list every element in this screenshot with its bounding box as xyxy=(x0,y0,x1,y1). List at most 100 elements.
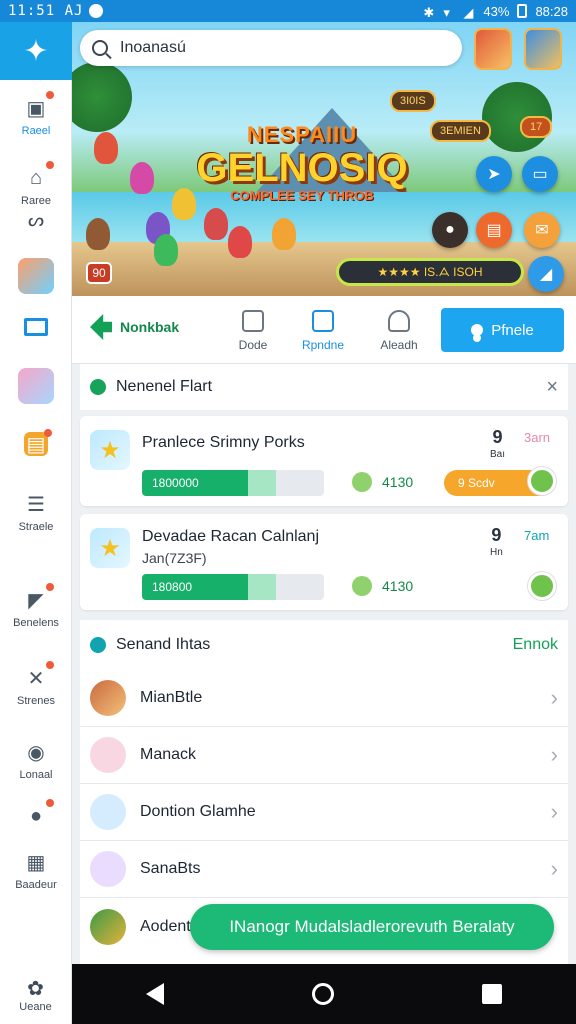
app-logo-icon[interactable]: ✦ xyxy=(0,22,72,80)
search-input[interactable]: Inoanasú xyxy=(120,39,186,57)
sidebar-item-label: Lonaal xyxy=(19,769,53,781)
notification-icon xyxy=(89,4,104,18)
game-character xyxy=(86,218,110,250)
tab-aleadh[interactable]: Aleadh xyxy=(364,310,434,352)
list-item[interactable]: MianBtle › xyxy=(80,670,568,727)
sidebar-item-label: Raeel xyxy=(21,125,51,137)
expand-icon[interactable]: ◢ xyxy=(528,256,564,292)
list-item[interactable]: SanaBts › xyxy=(80,841,568,898)
list-item[interactable]: Dontion Glamhe › xyxy=(80,784,568,841)
game-logo-title: GELNOSIQ xyxy=(196,146,408,190)
list-item-label: Dontion Glamhe xyxy=(140,803,256,820)
status-time: 11:51 AJ xyxy=(8,3,84,19)
shop-icon[interactable]: ▤ xyxy=(476,212,512,248)
card-score: 4130 xyxy=(382,578,414,594)
chat-bubble-icon[interactable]: ✉ xyxy=(524,212,560,248)
list-card[interactable]: ★ Pranlece Srimny Porks 1800000 4130 9 B… xyxy=(80,416,568,506)
system-nav-bar xyxy=(72,964,576,1024)
game-avatar-icon xyxy=(90,680,126,716)
section-title: Senand Ihtas xyxy=(116,636,211,653)
card-rank-sub: Baı xyxy=(490,449,506,460)
game-logo-line1: NESPAIIU xyxy=(246,122,358,147)
people-icon xyxy=(242,310,264,332)
sidebar-item-raeel[interactable]: ▣ Raeel xyxy=(0,91,72,137)
recent-apps-icon[interactable] xyxy=(482,984,502,1004)
status-clock: 88:28 xyxy=(535,3,568,19)
sidebar-item-lonaal[interactable]: ◉ Lonaal xyxy=(0,738,72,782)
chevron-right-icon: › xyxy=(550,799,558,824)
character-icon xyxy=(528,572,556,600)
star-thumb-icon: ★ xyxy=(90,528,130,568)
sidebar-item-label: Straele xyxy=(18,521,54,533)
sidebar-bottom-item[interactable]: ✿ Ueane xyxy=(0,964,72,1024)
list-card[interactable]: ★ Devadae Racan Calnlanj Jan(7Z3F) 18080… xyxy=(80,514,568,610)
star-icon xyxy=(90,794,126,830)
list-item-label: Manack xyxy=(140,746,197,763)
loop-icon: ᔕ xyxy=(27,210,45,230)
search-bar[interactable]: Inoanasú xyxy=(80,30,462,66)
person-icon: ● xyxy=(22,799,54,830)
main-panel: Nenenel Flart × ★ Pranlece Srimny Porks … xyxy=(72,364,576,964)
sidebar-item-label: Baadeur xyxy=(15,879,57,891)
card-title: Devadae Racan Calnlanj xyxy=(142,528,319,545)
game-character xyxy=(228,226,252,258)
friend-avatar[interactable] xyxy=(524,28,562,70)
chevron-right-icon: › xyxy=(550,742,558,767)
section-link[interactable]: Ennok xyxy=(513,636,558,654)
star-thumb-icon: ★ xyxy=(90,430,130,470)
sidebar-item-avatar-girl[interactable] xyxy=(0,368,72,404)
tab-rpndne[interactable]: Rpndne xyxy=(288,310,358,372)
sidebar-item-label: Strenes xyxy=(17,695,55,707)
card-subtitle: Jan(7Z3F) xyxy=(142,550,207,566)
user-avatar[interactable] xyxy=(474,28,512,70)
toast-message[interactable]: INanogr Mudalsladlerorevuth Beralaty xyxy=(190,904,554,950)
tab-label: Aleadh xyxy=(380,338,418,352)
tab-label: Rpndne xyxy=(301,338,345,352)
tab-bar: Nonkbak Dode Rpndne Aleadh Pfnele xyxy=(72,296,576,372)
friends-icon[interactable]: ● xyxy=(432,212,468,248)
send-icon[interactable]: ➤ xyxy=(476,156,512,192)
sidebar-item-tablet[interactable] xyxy=(0,318,72,336)
sidebar-item-straele[interactable]: ☰ Straele xyxy=(0,490,72,534)
controller-icon[interactable]: ▭ xyxy=(522,156,558,192)
chevron-right-icon: › xyxy=(550,856,558,881)
smile-icon xyxy=(352,576,372,596)
tablet-icon xyxy=(312,310,334,332)
sidebar-item-game[interactable] xyxy=(0,258,72,294)
check-icon xyxy=(90,379,106,395)
home-circle-icon[interactable] xyxy=(312,983,334,1005)
avatar-girl-icon xyxy=(18,368,54,404)
sidebar-item-benelens[interactable]: ◤ Benelens xyxy=(0,583,72,629)
sidebar-item-label: Raree xyxy=(21,195,51,207)
image-icon: ▣ xyxy=(22,91,54,122)
close-icon[interactable]: × xyxy=(546,376,558,399)
card-rank-value: 9 xyxy=(491,525,502,545)
sidebar-item-baadeur[interactable]: ▦ Baadeur xyxy=(0,848,72,892)
section-title: Nenenel Flart xyxy=(116,378,213,395)
sidebar-item-person[interactable]: ● xyxy=(0,799,72,830)
banner-badge: 90 xyxy=(86,262,112,284)
list-item[interactable]: Manack › xyxy=(80,727,568,784)
card-score: 4130 xyxy=(382,474,414,490)
profile-button[interactable]: Pfnele xyxy=(441,308,564,352)
banner-tag: 3I0IS xyxy=(390,90,436,112)
brand-logo[interactable]: Nonkbak xyxy=(90,314,179,340)
tab-dode[interactable]: Dode xyxy=(218,310,288,352)
grid-icon: ▦ xyxy=(26,851,46,874)
section-header: Nenenel Flart × xyxy=(80,364,568,410)
sidebar-item-strenes[interactable]: ✕ Strenes xyxy=(0,661,72,707)
document-icon: ☰ xyxy=(27,493,45,516)
list-item-label: MianBtle xyxy=(140,689,203,706)
game-logo-subtitle: COMPLEE SEY THROB xyxy=(230,188,374,203)
wifi-icon: ▾ xyxy=(443,5,450,20)
sidebar-item-gift[interactable]: ▤ xyxy=(0,429,72,456)
sidebar-item-label: Benelens xyxy=(13,617,59,629)
game-character xyxy=(204,208,228,240)
search-icon xyxy=(92,40,108,56)
status-bar: 11:51 AJ ✱ ▾ ◢ 43% 88:28 xyxy=(0,0,576,22)
sidebar-item-raree[interactable]: ⌂ Raree ᔕ xyxy=(0,161,72,231)
game-character xyxy=(130,162,154,194)
banner-tag: 3EMIEN xyxy=(430,120,491,142)
palm-tree xyxy=(72,62,132,132)
back-icon[interactable] xyxy=(146,983,164,1005)
